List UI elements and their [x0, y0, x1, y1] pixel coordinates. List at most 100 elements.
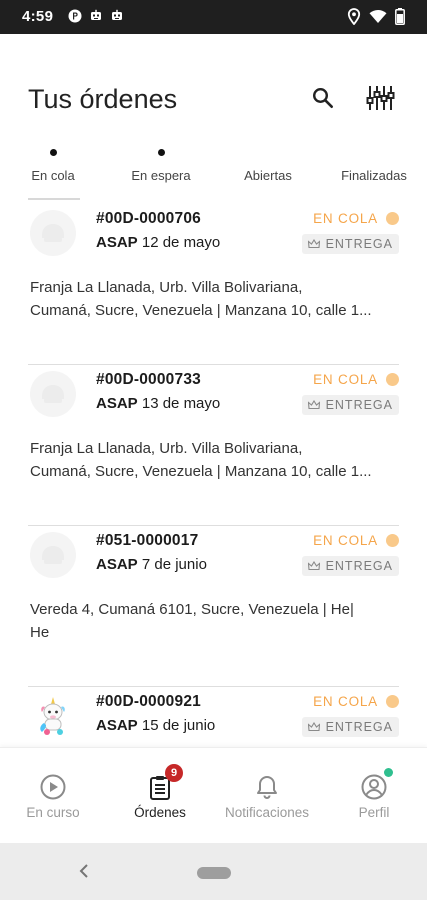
address-line-1: Vereda 4, Cumaná 6101, Sucre, Venezuela … — [30, 601, 354, 618]
order-id: #00D-0000921 — [96, 693, 201, 710]
robot-icon — [91, 9, 101, 20]
crown-icon — [307, 722, 320, 732]
order-id: #00D-0000733 — [96, 371, 201, 388]
active-tab-underline — [28, 198, 80, 200]
delivery-type-text: ENTREGA — [325, 559, 393, 573]
address-line-1: Franja La Llanada, Urb. Villa Bolivarian… — [30, 279, 303, 296]
robot-icon — [112, 9, 122, 20]
status-dot — [386, 373, 399, 386]
crown-icon — [307, 400, 320, 410]
order-card[interactable]: #051-0000017 ASAP 7 de junio EN COLA ENT… — [0, 526, 427, 687]
unicorn-avatar-icon — [40, 697, 65, 735]
delivery-type-badge: ENTREGA — [301, 556, 399, 576]
status-time: 4:59 — [22, 8, 54, 25]
status-system-icons — [347, 8, 405, 25]
tab-en-cola[interactable]: En cola — [24, 146, 82, 200]
asap-label: ASAP — [96, 234, 138, 251]
delivery-type-badge: ENTREGA — [301, 717, 399, 737]
order-status: EN COLA — [313, 372, 399, 387]
order-status: EN COLA — [313, 533, 399, 548]
address-line-2: Cumaná, Sucre, Venezuela | Manzana 10, c… — [30, 302, 372, 319]
tab-finalizadas[interactable]: Finalizadas — [332, 146, 416, 200]
nav-label: Perfil — [358, 805, 390, 820]
order-date-value: 15 de junio — [141, 717, 216, 734]
order-address: Franja La Llanada, Urb. Villa Bolivarian… — [30, 276, 400, 322]
status-dot — [386, 212, 399, 225]
order-date: ASAP 13 de mayo — [96, 395, 220, 412]
back-chevron-icon[interactable] — [74, 860, 94, 882]
tab-label: En cola — [31, 168, 75, 183]
address-line-1: Franja La Llanada, Urb. Villa Bolivarian… — [30, 440, 303, 457]
crown-icon — [307, 561, 320, 571]
nav-label: Notificaciones — [224, 805, 310, 820]
tab-indicator-dot — [49, 149, 57, 156]
order-address: Franja La Llanada, Urb. Villa Bolivarian… — [30, 437, 400, 483]
placeholder-avatar-icon — [42, 546, 64, 564]
order-date: ASAP 7 de junio — [96, 556, 207, 573]
order-tabs: En cola En espera Abiertas Finalizadas — [0, 146, 427, 200]
page-title: Tus órdenes — [28, 84, 177, 115]
delivery-type-badge: ENTREGA — [301, 234, 399, 254]
home-pill-button[interactable] — [197, 867, 231, 879]
tab-label: Finalizadas — [341, 168, 407, 183]
status-dot — [386, 695, 399, 708]
page-title-prefix: Tus — [28, 84, 73, 114]
tab-en-espera[interactable]: En espera — [122, 146, 200, 200]
nav-ordenes[interactable]: 9 Órdenes — [107, 748, 213, 844]
system-navigation-bar — [0, 843, 427, 900]
nav-label: Órdenes — [134, 805, 186, 820]
delivery-type-badge: ENTREGA — [301, 395, 399, 415]
order-address: Vereda 4, Cumaná 6101, Sucre, Venezuela … — [30, 598, 400, 644]
header: Tus órdenes En cola En espera Abiertas F… — [0, 34, 427, 204]
address-line-2: He — [30, 624, 50, 641]
nav-label: En curso — [26, 805, 80, 820]
order-id: #051-0000017 — [96, 532, 199, 549]
order-status: EN COLA — [313, 694, 399, 709]
delivery-type-text: ENTREGA — [325, 720, 393, 734]
tab-abiertas[interactable]: Abiertas — [234, 146, 302, 200]
placeholder-avatar-icon — [42, 224, 64, 242]
order-date-value: 7 de junio — [141, 556, 207, 573]
nav-notificaciones[interactable]: Notificaciones — [214, 748, 320, 844]
order-status-text: EN COLA — [313, 533, 378, 548]
location-icon — [347, 8, 361, 25]
order-date-value: 12 de mayo — [141, 234, 221, 251]
orders-count-badge: 9 — [165, 764, 183, 782]
order-avatar — [30, 693, 76, 739]
order-status-text: EN COLA — [313, 372, 378, 387]
asap-label: ASAP — [96, 395, 138, 412]
bottom-navigation: En curso 9 Órdenes Notificaciones Perfil — [0, 747, 427, 843]
battery-icon — [395, 8, 405, 25]
order-date-value: 13 de mayo — [141, 395, 221, 412]
page-title-main: órdenes — [79, 84, 178, 114]
order-status-text: EN COLA — [313, 211, 378, 226]
order-card[interactable]: #00D-0000733 ASAP 13 de mayo EN COLA ENT… — [0, 365, 427, 526]
asap-label: ASAP — [96, 556, 138, 573]
order-status-text: EN COLA — [313, 694, 378, 709]
order-avatar — [30, 532, 76, 578]
delivery-type-text: ENTREGA — [325, 398, 393, 412]
status-notification-icons — [68, 9, 124, 23]
orders-list[interactable]: #00D-0000706 ASAP 12 de mayo EN COLA ENT… — [0, 204, 427, 747]
delivery-type-text: ENTREGA — [325, 237, 393, 251]
nav-perfil[interactable]: Perfil — [321, 748, 427, 844]
order-avatar — [30, 210, 76, 256]
online-indicator — [384, 768, 393, 777]
search-button[interactable] — [307, 82, 339, 114]
nav-en-curso[interactable]: En curso — [0, 748, 106, 844]
order-card[interactable]: #00D-0000921 ASAP 15 de junio EN COLA EN… — [0, 687, 427, 747]
order-card[interactable]: #00D-0000706 ASAP 12 de mayo EN COLA ENT… — [0, 204, 427, 365]
bell-icon — [257, 776, 277, 799]
tab-label: En espera — [131, 168, 191, 183]
notification-p-icon — [68, 9, 82, 23]
order-avatar — [30, 371, 76, 417]
filter-button[interactable] — [364, 82, 396, 114]
user-circle-icon — [361, 774, 387, 800]
placeholder-avatar-icon — [42, 385, 64, 403]
asap-label: ASAP — [96, 717, 138, 734]
order-id: #00D-0000706 — [96, 210, 201, 227]
tab-label: Abiertas — [244, 168, 292, 183]
order-date: ASAP 12 de mayo — [96, 234, 220, 251]
play-circle-icon — [40, 774, 66, 800]
crown-icon — [307, 239, 320, 249]
